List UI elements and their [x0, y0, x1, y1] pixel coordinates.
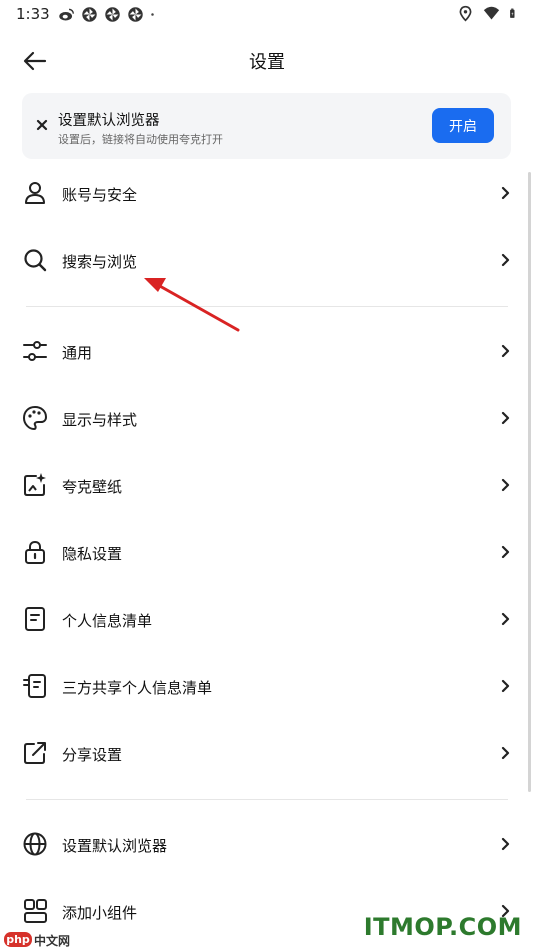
settings-item-account-security[interactable]: 账号与安全 [0, 160, 534, 227]
settings-item-label: 账号与安全 [62, 186, 138, 204]
settings-item-label: 设置默认浏览器 [62, 837, 168, 855]
wallpaper-icon [24, 473, 46, 496]
chevron-right-icon [501, 411, 510, 425]
settings-item-label: 搜索与浏览 [62, 253, 138, 271]
lock-icon [25, 540, 45, 564]
chevron-right-icon [501, 612, 510, 626]
app-header: 设置 [0, 36, 534, 84]
system-icons [457, 5, 520, 22]
settings-list: 账号与安全 搜索与浏览 通用 显示与样式 夸克壁纸 隐私设置 个人信息清单 三方… [0, 160, 534, 945]
chevron-right-icon [501, 837, 510, 851]
settings-item-third-party-info-list[interactable]: 三方共享个人信息清单 [0, 653, 534, 720]
settings-item-label: 个人信息清单 [62, 612, 153, 630]
watermark-itmop: ITMOP.COM [363, 913, 522, 941]
document-icon [25, 607, 45, 631]
share-icon [24, 742, 46, 764]
wifi-icon [483, 6, 500, 20]
chevron-right-icon [501, 679, 510, 693]
settings-item-display-style[interactable]: 显示与样式 [0, 385, 534, 452]
settings-item-default-browser[interactable]: 设置默认浏览器 [0, 811, 534, 878]
chevron-right-icon [501, 545, 510, 559]
watermark-php-badge: php [4, 932, 32, 947]
scrollbar[interactable] [528, 172, 531, 792]
person-icon [25, 182, 45, 204]
settings-item-search-browse[interactable]: 搜索与浏览 [0, 227, 534, 294]
settings-item-general[interactable]: 通用 [0, 318, 534, 385]
widgets-icon [24, 899, 47, 923]
settings-item-label: 添加小组件 [62, 904, 138, 922]
watermark-php-text: 中文网 [34, 934, 71, 948]
pinwheel-icon [128, 7, 143, 22]
page-title: 设置 [249, 52, 285, 73]
settings-item-label: 三方共享个人信息清单 [62, 679, 213, 697]
pinwheel-icon [82, 7, 97, 22]
status-bar: 1:33 [0, 0, 534, 28]
dot-icon [151, 13, 154, 16]
chevron-right-icon [501, 344, 510, 358]
settings-item-share[interactable]: 分享设置 [0, 720, 534, 787]
sliders-icon [23, 341, 47, 361]
watermark-php: php 中文网 [0, 930, 90, 950]
settings-item-privacy[interactable]: 隐私设置 [0, 519, 534, 586]
battery-icon [510, 8, 515, 18]
status-time: 1:33 [16, 5, 50, 23]
enable-button[interactable]: 开启 [432, 108, 494, 143]
weibo-icon [59, 8, 75, 21]
pinwheel-icon [105, 7, 120, 22]
section-divider [26, 306, 508, 307]
palette-icon [23, 406, 47, 430]
settings-item-label: 通用 [62, 344, 93, 362]
settings-item-label: 隐私设置 [62, 545, 123, 563]
location-icon [459, 5, 472, 22]
shared-document-icon [23, 674, 46, 698]
settings-item-label: 显示与样式 [62, 411, 138, 429]
chevron-right-icon [501, 746, 510, 760]
settings-item-quark-wallpaper[interactable]: 夸克壁纸 [0, 452, 534, 519]
banner-subtitle: 设置后，链接将自动使用夸克打开 [58, 133, 223, 146]
search-icon [24, 249, 47, 272]
banner-title: 设置默认浏览器 [58, 113, 160, 129]
settings-item-personal-info-list[interactable]: 个人信息清单 [0, 586, 534, 653]
close-icon[interactable] [32, 115, 52, 135]
default-browser-banner: 设置默认浏览器 设置后，链接将自动使用夸克打开 开启 [22, 93, 511, 159]
globe-icon [23, 832, 47, 856]
settings-item-label: 分享设置 [62, 746, 123, 764]
settings-item-label: 夸克壁纸 [62, 478, 123, 496]
notification-icons [58, 6, 160, 23]
chevron-right-icon [501, 253, 510, 267]
section-divider [26, 799, 508, 800]
chevron-right-icon [501, 478, 510, 492]
chevron-right-icon [501, 186, 510, 200]
